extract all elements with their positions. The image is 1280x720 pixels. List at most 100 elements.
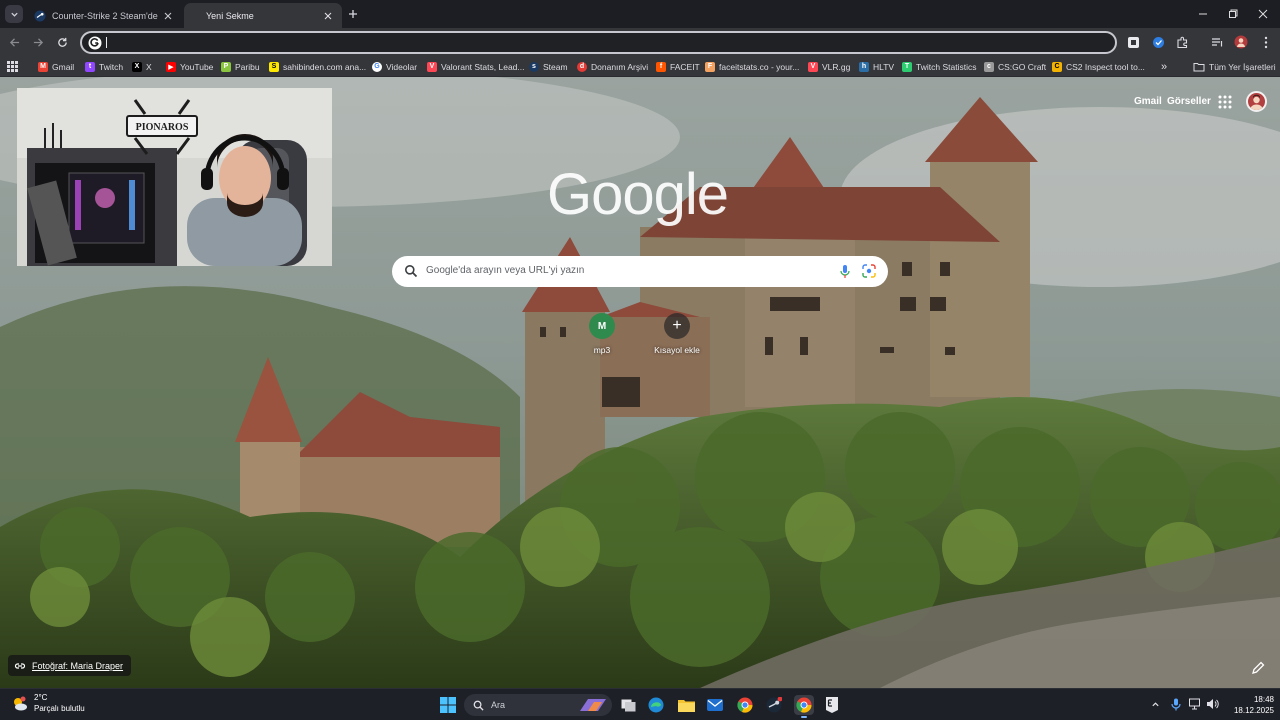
bookmarks-bar: M Gmail t Twitch XX ▶ YouTube P Paribu Ssahi… xyxy=(0,56,1280,77)
google-logo: Google xyxy=(547,162,729,227)
bookmark-label: Valorant Stats, Lead... xyxy=(441,61,525,72)
chrome-icon xyxy=(737,697,753,713)
microphone-icon xyxy=(1171,698,1181,710)
google-apps-icon[interactable] xyxy=(1217,94,1233,110)
taskbar-clock[interactable]: 18:48 18.12.2025 xyxy=(1228,694,1274,716)
restore-button[interactable] xyxy=(1216,0,1250,28)
apps-grid-icon xyxy=(7,61,18,72)
taskbar-epic-games[interactable] xyxy=(822,695,842,715)
new-tab-button[interactable] xyxy=(345,6,361,22)
taskbar-search[interactable]: Ara xyxy=(464,694,612,716)
folder-icon xyxy=(677,700,695,712)
weather-condition: Parçalı bulutlu xyxy=(34,704,85,713)
bookmark-twitch[interactable]: t Twitch xyxy=(85,59,123,74)
bookmark-vlr[interactable]: V VLR.gg xyxy=(808,59,850,74)
close-tab-icon[interactable] xyxy=(322,10,334,22)
donanim-icon: d xyxy=(577,61,587,72)
tab-new-tab[interactable]: Yeni Sekme xyxy=(184,3,342,28)
gmail-icon: M xyxy=(38,61,48,72)
playlist-icon xyxy=(1211,37,1222,46)
tab-search-button[interactable] xyxy=(5,5,23,23)
edge-icon xyxy=(648,697,664,713)
profile-button[interactable] xyxy=(1233,34,1249,50)
bookmark-donanim-arsivi[interactable]: d Donanım Arşivi xyxy=(577,59,648,74)
tray-network[interactable] xyxy=(1188,697,1202,711)
bookmark-sahibinden[interactable]: Ssahibinden.com ana... xyxy=(269,59,366,74)
apps-shortcut[interactable] xyxy=(7,59,18,74)
images-link[interactable]: Görseller xyxy=(1167,96,1211,107)
task-view-icon xyxy=(621,699,635,711)
minimize-button[interactable] xyxy=(1186,0,1220,28)
taskbar-steam[interactable] xyxy=(764,695,784,715)
taskbar-chrome[interactable] xyxy=(735,695,755,715)
all-bookmarks-folder[interactable]: Tüm Yer İşaretleri xyxy=(1193,59,1276,74)
paribu-icon: P xyxy=(221,61,231,72)
ntp-search-box[interactable]: Google'da arayın veya URL'yi yazın xyxy=(392,256,888,287)
taskbar-edge[interactable] xyxy=(646,695,666,715)
bookmark-steam[interactable]: s Steam xyxy=(529,59,568,74)
bookmark-label: HLTV xyxy=(873,61,895,72)
account-avatar[interactable] xyxy=(1246,91,1267,112)
all-bookmarks-label: Tüm Yer İşaretleri xyxy=(1209,61,1276,72)
streamer-webcam-image: PIONAROS xyxy=(17,88,332,266)
windows-start-icon[interactable] xyxy=(440,697,456,713)
bookmark-x[interactable]: XX xyxy=(132,59,152,74)
microphone-icon[interactable] xyxy=(839,264,851,279)
reload-icon xyxy=(57,37,67,47)
shield-extension-icon xyxy=(1127,36,1139,48)
chrome-menu-button[interactable] xyxy=(1258,34,1274,50)
bookmark-label: Videolar xyxy=(386,61,418,72)
bookmark-paribu[interactable]: P Paribu xyxy=(221,59,260,74)
close-tab-icon[interactable] xyxy=(162,10,174,22)
customize-pencil-icon[interactable] xyxy=(1250,660,1266,676)
reload-button[interactable] xyxy=(54,34,70,50)
speaker-icon xyxy=(1206,699,1219,709)
media-controls-button[interactable] xyxy=(1209,34,1225,50)
forward-button[interactable] xyxy=(30,34,46,50)
tray-volume[interactable] xyxy=(1205,697,1219,711)
chevron-up-icon xyxy=(1151,701,1159,706)
bookmark-gmail[interactable]: M Gmail xyxy=(38,59,74,74)
bookmark-valorant[interactable]: V Valorant Stats, Lead... xyxy=(427,59,524,74)
task-view-button[interactable] xyxy=(618,695,638,715)
tray-overflow-button[interactable] xyxy=(1148,697,1162,711)
text-caret xyxy=(106,37,107,48)
chevron-down-icon xyxy=(10,12,18,17)
bookmark-hltv[interactable]: h HLTV xyxy=(859,59,894,74)
back-button[interactable] xyxy=(6,34,22,50)
active-indicator xyxy=(801,716,807,718)
bookmark-twitch-statistics[interactable]: T Twitch Statistics xyxy=(902,59,976,74)
shortcut-mp3[interactable]: M mp3 xyxy=(572,313,632,355)
bookmark-csgo-craft[interactable]: c CS:GO Craft xyxy=(984,59,1046,74)
bookmark-cs2-inspect[interactable]: C CS2 Inspect tool to... xyxy=(1052,59,1145,74)
tab-counter-strike[interactable]: Counter-Strike 2 Steam'de xyxy=(26,3,182,28)
photo-credit-link[interactable]: Fotoğraf: Maria Draper xyxy=(8,655,132,676)
bookmarks-overflow-button[interactable]: » xyxy=(1161,59,1167,74)
minimize-icon xyxy=(1199,13,1207,15)
address-bar[interactable] xyxy=(80,31,1117,54)
taskbar-file-explorer[interactable] xyxy=(676,695,696,715)
taskbar-chrome-active[interactable] xyxy=(794,695,814,718)
tab-strip: Counter-Strike 2 Steam'de Yeni Sekme xyxy=(0,0,1280,28)
bookmark-faceit[interactable]: f FACEIT xyxy=(656,59,700,74)
add-shortcut[interactable]: + Kısayol ekle xyxy=(647,313,707,355)
bookmark-label: FACEIT xyxy=(670,61,700,72)
google-lens-icon[interactable] xyxy=(862,264,876,278)
taskbar-mail[interactable] xyxy=(705,695,725,715)
tray-microphone[interactable] xyxy=(1169,697,1183,711)
steam-icon xyxy=(34,10,46,21)
extension-icon-2[interactable] xyxy=(1150,34,1166,50)
bookmark-youtube[interactable]: ▶ YouTube xyxy=(166,59,213,74)
blue-extension-icon xyxy=(1152,36,1164,48)
bookmark-videolar[interactable]: G Videolar xyxy=(372,59,417,74)
close-window-button[interactable] xyxy=(1246,0,1280,28)
new-tab-page: Gmail Görseller Google Google'da arayın … xyxy=(0,77,1280,688)
taskbar-search-label: Ara xyxy=(491,700,506,710)
webcam-overlay: PIONAROS xyxy=(17,88,332,266)
extension-icon-1[interactable] xyxy=(1125,34,1141,50)
extensions-button[interactable] xyxy=(1174,34,1190,50)
x-icon: X xyxy=(132,61,142,72)
gmail-link[interactable]: Gmail xyxy=(1134,96,1162,107)
bookmark-faceitstats[interactable]: Ffaceitstats.co - your... xyxy=(705,59,799,74)
weather-widget[interactable]: 2°C Parçalı bulutlu xyxy=(11,693,85,714)
